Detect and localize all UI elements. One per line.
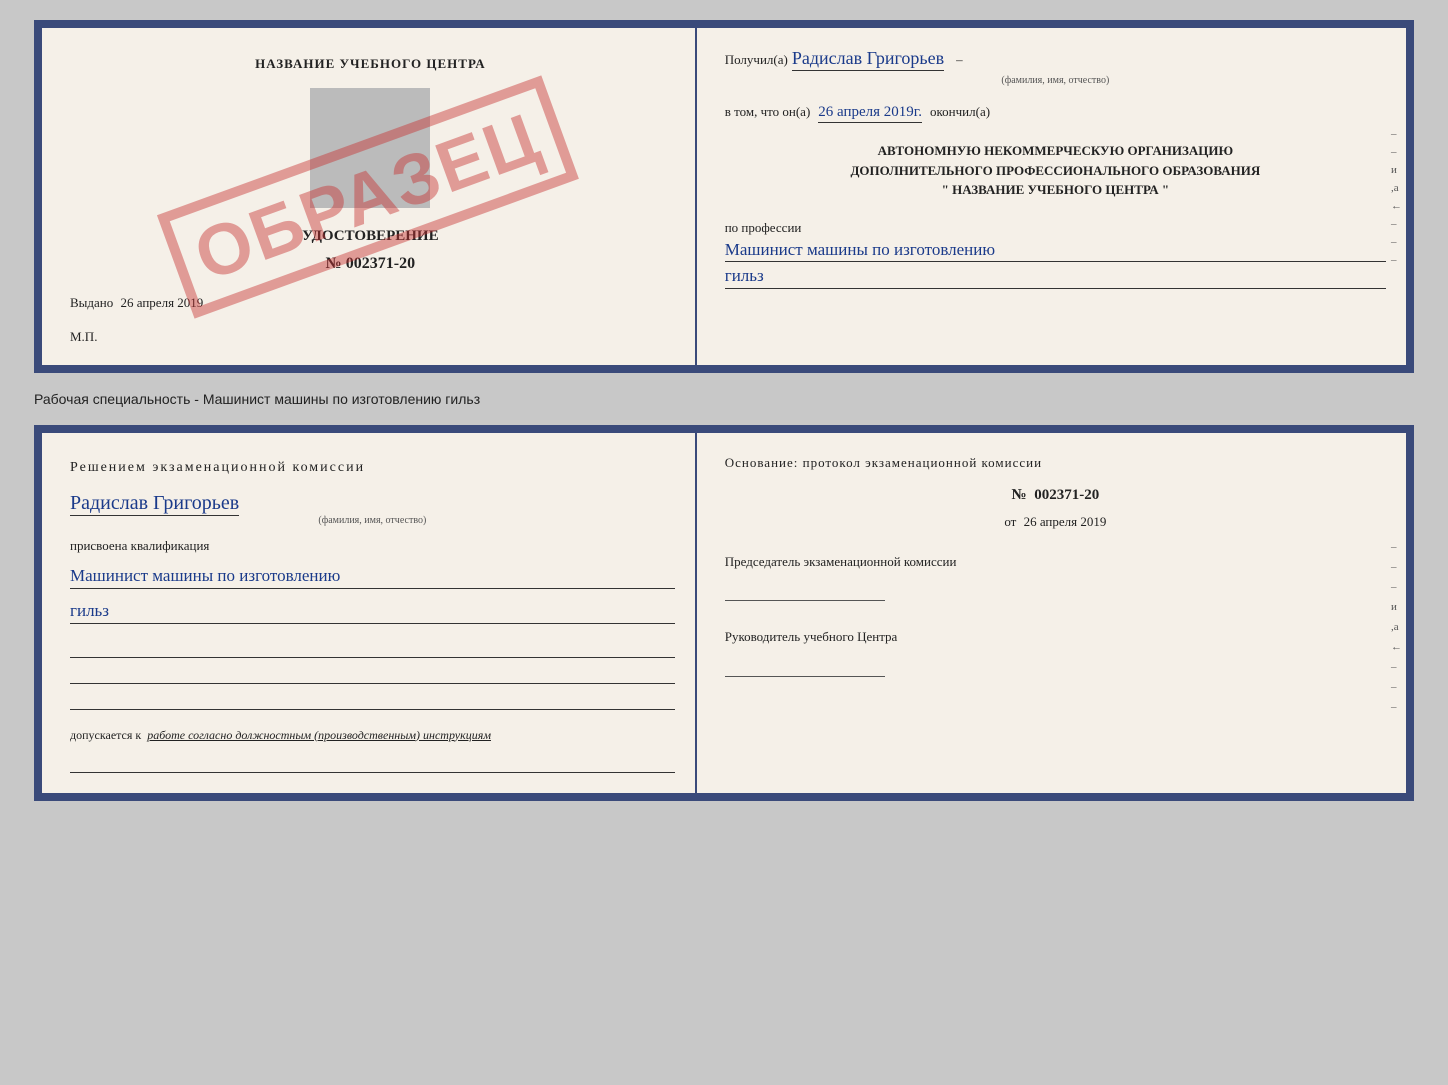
org-line2: ДОПОЛНИТЕЛЬНОГО ПРОФЕССИОНАЛЬНОГО ОБРАЗО… <box>725 161 1386 181</box>
side-marks-top: – – и ,а ← – – – <box>1391 128 1406 266</box>
qualification-prefix: присвоена квалификация <box>70 538 675 554</box>
fio-label-top: (фамилия, имя, отчество) <box>725 75 1386 86</box>
org-quote-open: " <box>942 182 949 197</box>
decision-text: Решением экзаменационной комиссии <box>70 457 675 478</box>
org-name: НАЗВАНИЕ УЧЕБНОГО ЦЕНТРА <box>952 182 1159 197</box>
fio-label-bottom: (фамилия, имя, отчество) <box>70 515 675 526</box>
top-document: НАЗВАНИЕ УЧЕБНОГО ЦЕНТРА УДОСТОВЕРЕНИЕ №… <box>34 20 1414 373</box>
issued-date: 26 апреля 2019 <box>121 295 204 310</box>
number-prefix: № <box>1011 487 1026 503</box>
date-line: от 26 апреля 2019 <box>725 514 1386 530</box>
bottom-name: Радислав Григорьев <box>70 492 239 516</box>
number-line: № 002371-20 <box>725 487 1386 504</box>
finished-label: окончил(а) <box>930 102 990 122</box>
chairman-label: Председатель экзаменационной комиссии <box>725 552 1386 572</box>
recipient-line: Получил(а) Радислав Григорьев – <box>725 48 1386 71</box>
number-value: 002371-20 <box>1034 487 1099 503</box>
profession-text: Машинист машины по изготовлению <box>725 238 1386 263</box>
bottom-document: Решением экзаменационной комиссии Радисл… <box>34 425 1414 801</box>
allowed-prefix: допускается к <box>70 728 141 743</box>
blank-line-2 <box>70 666 675 684</box>
org-name-line: " НАЗВАНИЕ УЧЕБНОГО ЦЕНТРА " <box>725 180 1386 200</box>
org-quote-close: " <box>1162 182 1169 197</box>
allowed-text: работе согласно должностным (производств… <box>147 728 491 743</box>
blank-line-4 <box>70 755 675 773</box>
mp-label: М.П. <box>70 329 671 345</box>
bottom-doc-left: Решением экзаменационной комиссии Радисл… <box>42 433 697 793</box>
cert-title: УДОСТОВЕРЕНИЕ <box>70 228 671 245</box>
completion-line: в том, что он(а) 26 апреля 2019г. окончи… <box>725 102 1386 123</box>
side-marks-bottom: – – – и ,а ← – – – <box>1391 541 1406 713</box>
issued-line: Выдано 26 апреля 2019 <box>70 295 671 311</box>
in-that-prefix: в том, что он(а) <box>725 102 811 122</box>
top-doc-left: НАЗВАНИЕ УЧЕБНОГО ЦЕНТРА УДОСТОВЕРЕНИЕ №… <box>42 28 697 365</box>
basis-text: Основание: протокол экзаменационной коми… <box>725 453 1386 473</box>
profession-block: по профессии Машинист машины по изготовл… <box>725 220 1386 290</box>
head-label: Руководитель учебного Центра <box>725 627 1386 647</box>
profession-prefix: по профессии <box>725 220 1386 236</box>
date-prefix: от <box>1004 514 1016 529</box>
name-block-bottom: Радислав Григорьев (фамилия, имя, отчест… <box>70 492 675 526</box>
photo-placeholder <box>310 88 430 208</box>
school-name-top: НАЗВАНИЕ УЧЕБНОГО ЦЕНТРА <box>70 56 671 72</box>
date-value: 26 апреля 2019 <box>1024 514 1107 529</box>
caption-text: Рабочая специальность - Машинист машины … <box>34 391 1414 407</box>
org-line1: АВТОНОМНУЮ НЕКОММЕРЧЕСКУЮ ОРГАНИЗАЦИЮ <box>725 141 1386 161</box>
cert-number: № 002371-20 <box>70 255 671 273</box>
issued-label: Выдано <box>70 295 113 310</box>
org-block: АВТОНОМНУЮ НЕКОММЕРЧЕСКУЮ ОРГАНИЗАЦИЮ ДО… <box>725 141 1386 200</box>
allowed-line: допускается к работе согласно должностны… <box>70 728 675 743</box>
blank-line-3 <box>70 692 675 710</box>
qualification-text2: гильз <box>70 599 675 624</box>
profession-text2: гильз <box>725 264 1386 289</box>
chairman-signature <box>725 581 885 601</box>
recipient-name: Радислав Григорьев <box>792 48 944 71</box>
qualification-text: Машинист машины по изготовлению <box>70 564 675 589</box>
blank-line-1 <box>70 640 675 658</box>
bottom-doc-right: Основание: протокол экзаменационной коми… <box>697 433 1406 793</box>
head-signature <box>725 657 885 677</box>
completion-date: 26 апреля 2019г. <box>818 104 922 123</box>
received-prefix: Получил(а) <box>725 52 788 68</box>
top-doc-right: Получил(а) Радислав Григорьев – (фамилия… <box>697 28 1406 365</box>
